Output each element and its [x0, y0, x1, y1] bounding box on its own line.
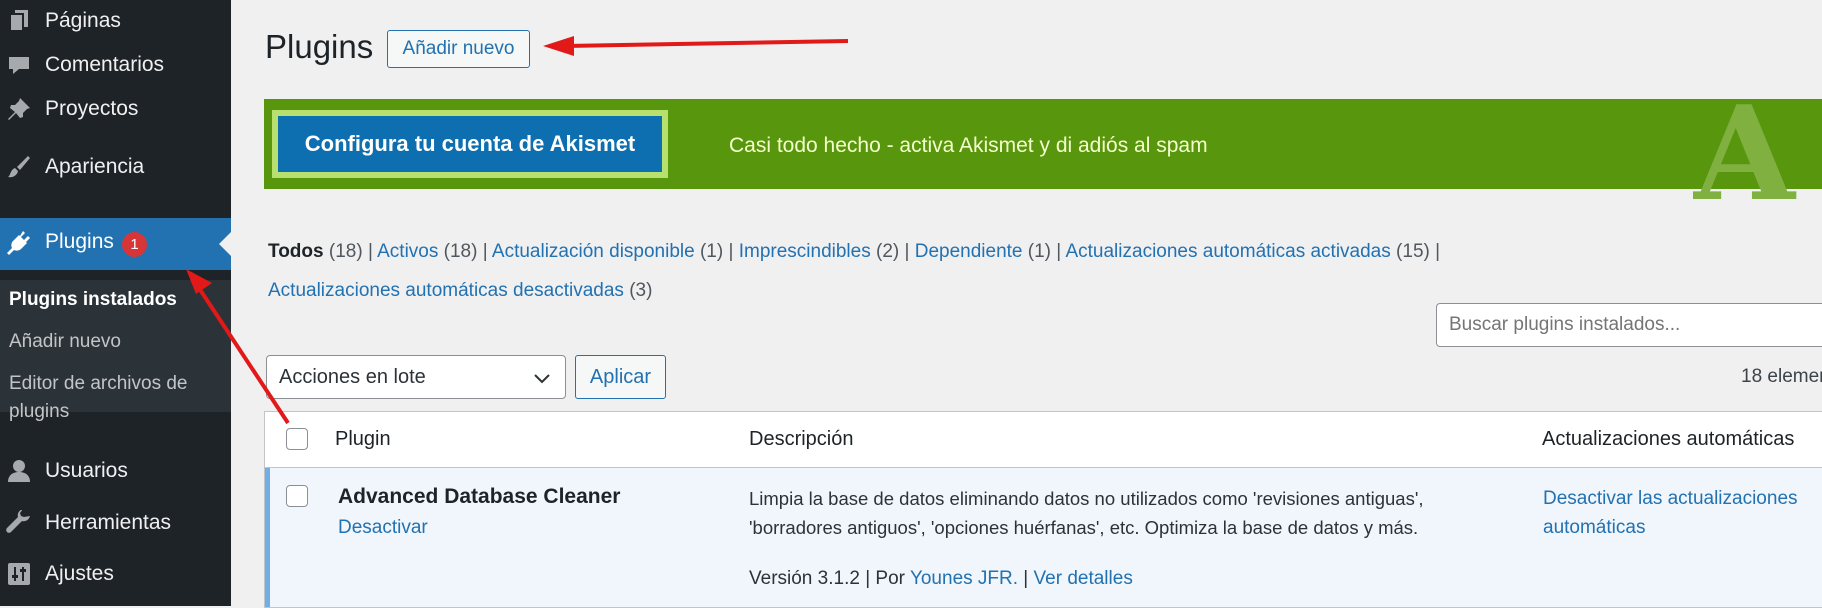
plugins-table: Plugin Descripción Actualizaciones autom…	[264, 411, 1822, 608]
sidebar-item-users[interactable]: Usuarios	[0, 447, 231, 499]
by-label: Por	[875, 568, 905, 589]
akismet-logo: A	[1694, 77, 1795, 230]
apply-button[interactable]: Aplicar	[575, 355, 666, 399]
column-auto-updates: Actualizaciones automáticas	[1542, 428, 1795, 450]
sidebar-item-tools[interactable]: Herramientas	[0, 499, 231, 551]
akismet-button-frame: Configura tu cuenta de Akismet	[272, 110, 668, 178]
akismet-notice: Configura tu cuenta de Akismet Casi todo…	[264, 89, 1822, 219]
filter-auto-updates-enabled[interactable]: Actualizaciones automáticas activadas	[1065, 241, 1390, 262]
user-icon	[8, 460, 30, 482]
update-count-badge: 1	[122, 232, 147, 257]
deactivate-link[interactable]: Desactivar	[338, 517, 428, 539]
author-link[interactable]: Younes JFR.	[910, 568, 1018, 589]
sidebar-item-label: Comentarios	[45, 53, 165, 76]
select-all-checkbox[interactable]	[286, 428, 308, 450]
plugin-name: Advanced Database Cleaner	[338, 485, 621, 508]
disable-auto-updates-link[interactable]: Desactivar las actualizaciones automátic…	[1543, 484, 1822, 542]
sidebar-item-label: Proyectos	[45, 97, 139, 120]
view-details-link[interactable]: Ver detalles	[1034, 568, 1133, 589]
bulk-actions-select[interactable]: Acciones en lote	[266, 355, 566, 399]
table-row: Advanced Database Cleaner Desactivar Lim…	[265, 468, 1822, 607]
brush-icon	[8, 156, 30, 178]
page-title: Plugins	[265, 28, 374, 65]
plugin-version: Versión 3.1.2	[749, 568, 860, 589]
sidebar-item-label: Apariencia	[45, 155, 145, 178]
filter-auto-updates-disabled[interactable]: Actualizaciones automáticas desactivadas	[268, 280, 624, 301]
plugin-icon	[7, 231, 30, 255]
plugin-description: Limpia la base de datos eliminando datos…	[749, 488, 1424, 538]
submenu-installed-plugins[interactable]: Plugins instalados	[9, 286, 177, 314]
admin-sidebar: Páginas Comentarios Proyectos Apariencia…	[0, 0, 231, 606]
column-description: Descripción	[749, 428, 854, 450]
submenu-file-editor[interactable]: Editor de archivos de	[9, 370, 188, 398]
pages-icon	[9, 10, 28, 32]
filter-count: (18)	[328, 241, 363, 262]
sidebar-item-label: Plugins	[45, 230, 114, 253]
sidebar-item-label: Usuarios	[45, 459, 128, 482]
filter-active[interactable]: Activos	[377, 241, 438, 262]
filter-update-available[interactable]: Actualización disponible	[492, 241, 695, 262]
filter-all[interactable]: Todos	[268, 241, 324, 262]
filter-count: (1)	[699, 241, 724, 262]
submenu-file-editor-cont[interactable]: plugins	[9, 398, 69, 426]
row-checkbox[interactable]	[286, 485, 308, 507]
sidebar-item-plugins[interactable]: Plugins 1	[0, 218, 231, 270]
filter-count: (15)	[1396, 241, 1430, 262]
column-plugin[interactable]: Plugin	[335, 428, 391, 451]
search-plugins-input[interactable]	[1436, 303, 1822, 347]
bulk-actions-selected: Acciones en lote	[279, 366, 426, 388]
wrench-icon	[6, 510, 30, 533]
add-new-plugin-button[interactable]: Añadir nuevo	[387, 30, 530, 68]
sidebar-item-projects[interactable]: Proyectos	[0, 85, 231, 137]
filter-must-use[interactable]: Imprescindibles	[739, 241, 871, 262]
sidebar-item-label: Herramientas	[45, 511, 172, 534]
filter-count: (18)	[443, 241, 478, 262]
sidebar-item-label: Ajustes	[45, 562, 114, 585]
filter-dependent[interactable]: Dependiente	[915, 241, 1023, 262]
settings-icon	[8, 563, 30, 585]
filter-count: (3)	[629, 280, 653, 301]
sidebar-item-label: Páginas	[45, 9, 121, 32]
filter-count: (1)	[1027, 241, 1052, 262]
annotation-arrow	[543, 36, 849, 56]
akismet-message: Casi todo hecho - activa Akismet y di ad…	[729, 134, 1208, 157]
table-header: Plugin Descripción Actualizaciones autom…	[265, 412, 1822, 468]
items-count: 18 elementos	[1741, 366, 1822, 387]
filter-count: (2)	[876, 241, 900, 262]
submenu-add-new[interactable]: Añadir nuevo	[9, 328, 121, 356]
sidebar-item-settings[interactable]: Ajustes	[0, 550, 231, 602]
chevron-down-icon	[534, 374, 550, 384]
pin-icon	[8, 98, 30, 120]
plugin-status-filters: Todos (18) | Activos (18) | Actualizació…	[268, 241, 1441, 301]
comments-icon	[9, 57, 29, 74]
plugins-submenu: Plugins instalados Añadir nuevo Editor d…	[0, 280, 231, 422]
setup-akismet-button[interactable]: Configura tu cuenta de Akismet	[278, 116, 662, 172]
sidebar-item-appearance[interactable]: Apariencia	[0, 143, 231, 195]
plugin-meta: Versión 3.1.2 | Por Younes JFR. | Ver de…	[749, 568, 1133, 589]
